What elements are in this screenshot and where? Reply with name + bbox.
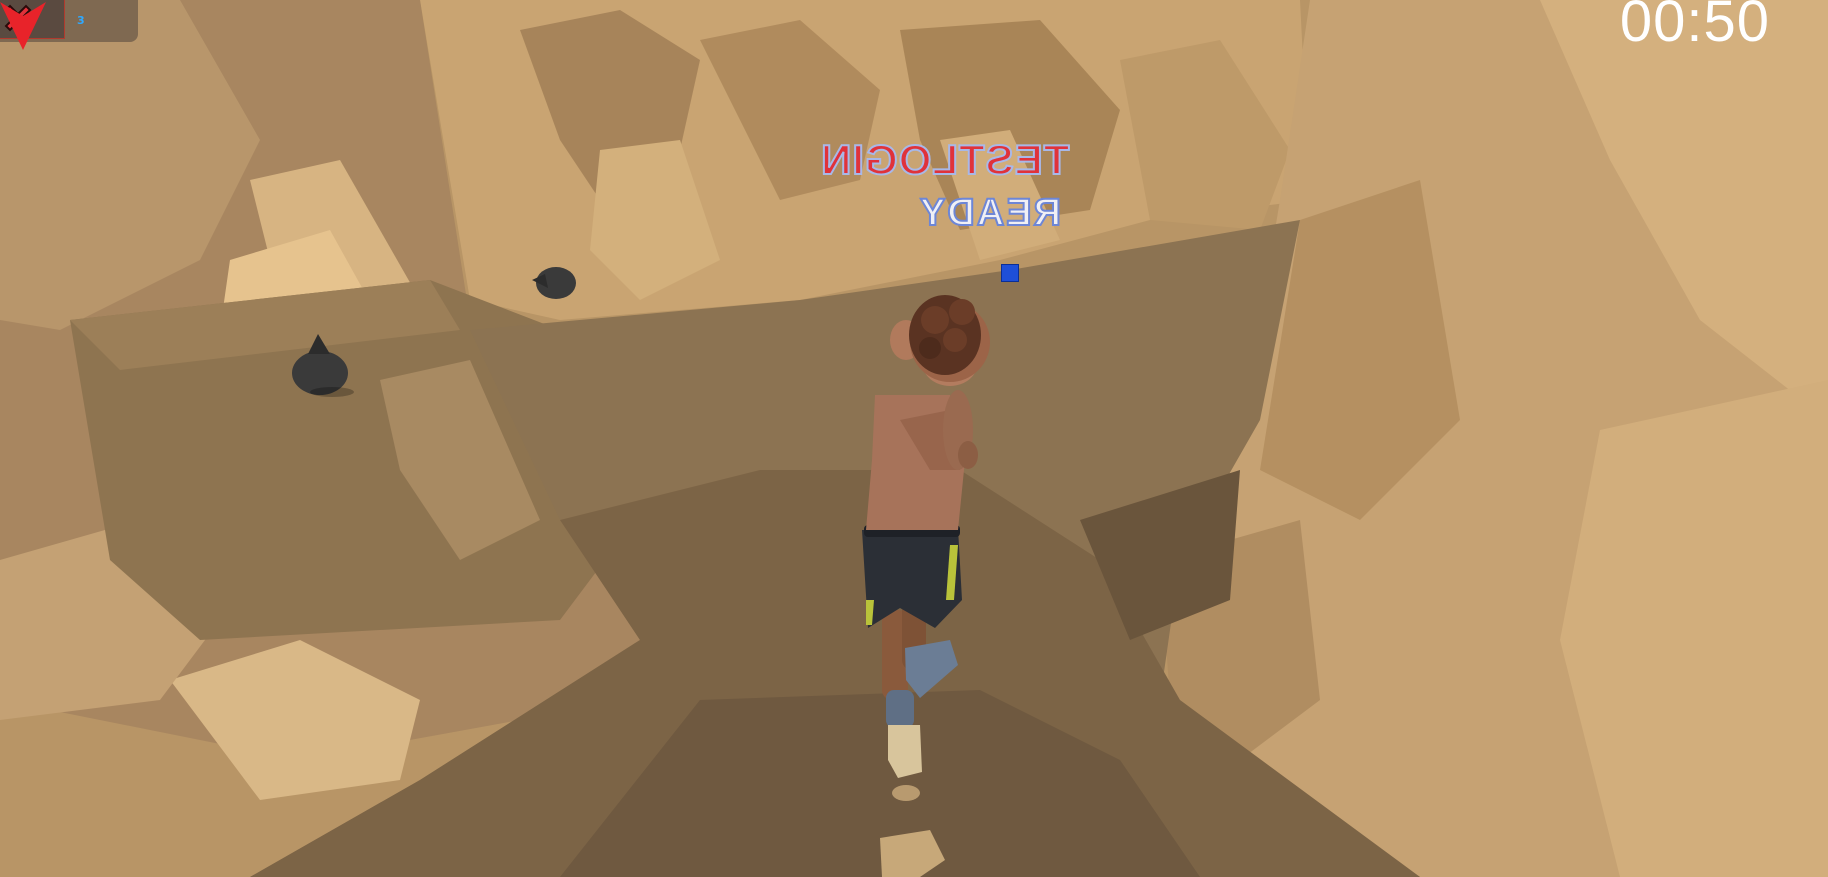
canyon-environment <box>0 0 1828 877</box>
player-nameplate: TESTLOGIN <box>819 135 1070 184</box>
round-timer: 00:50 <box>1619 0 1770 54</box>
game-viewport: 3 00:50 TESTLOGIN READY <box>0 0 1828 877</box>
ready-status: READY <box>917 191 1062 235</box>
team-indicator <box>1001 264 1019 282</box>
player-marker-icon <box>0 2 46 50</box>
player-count: 3 <box>77 14 85 27</box>
